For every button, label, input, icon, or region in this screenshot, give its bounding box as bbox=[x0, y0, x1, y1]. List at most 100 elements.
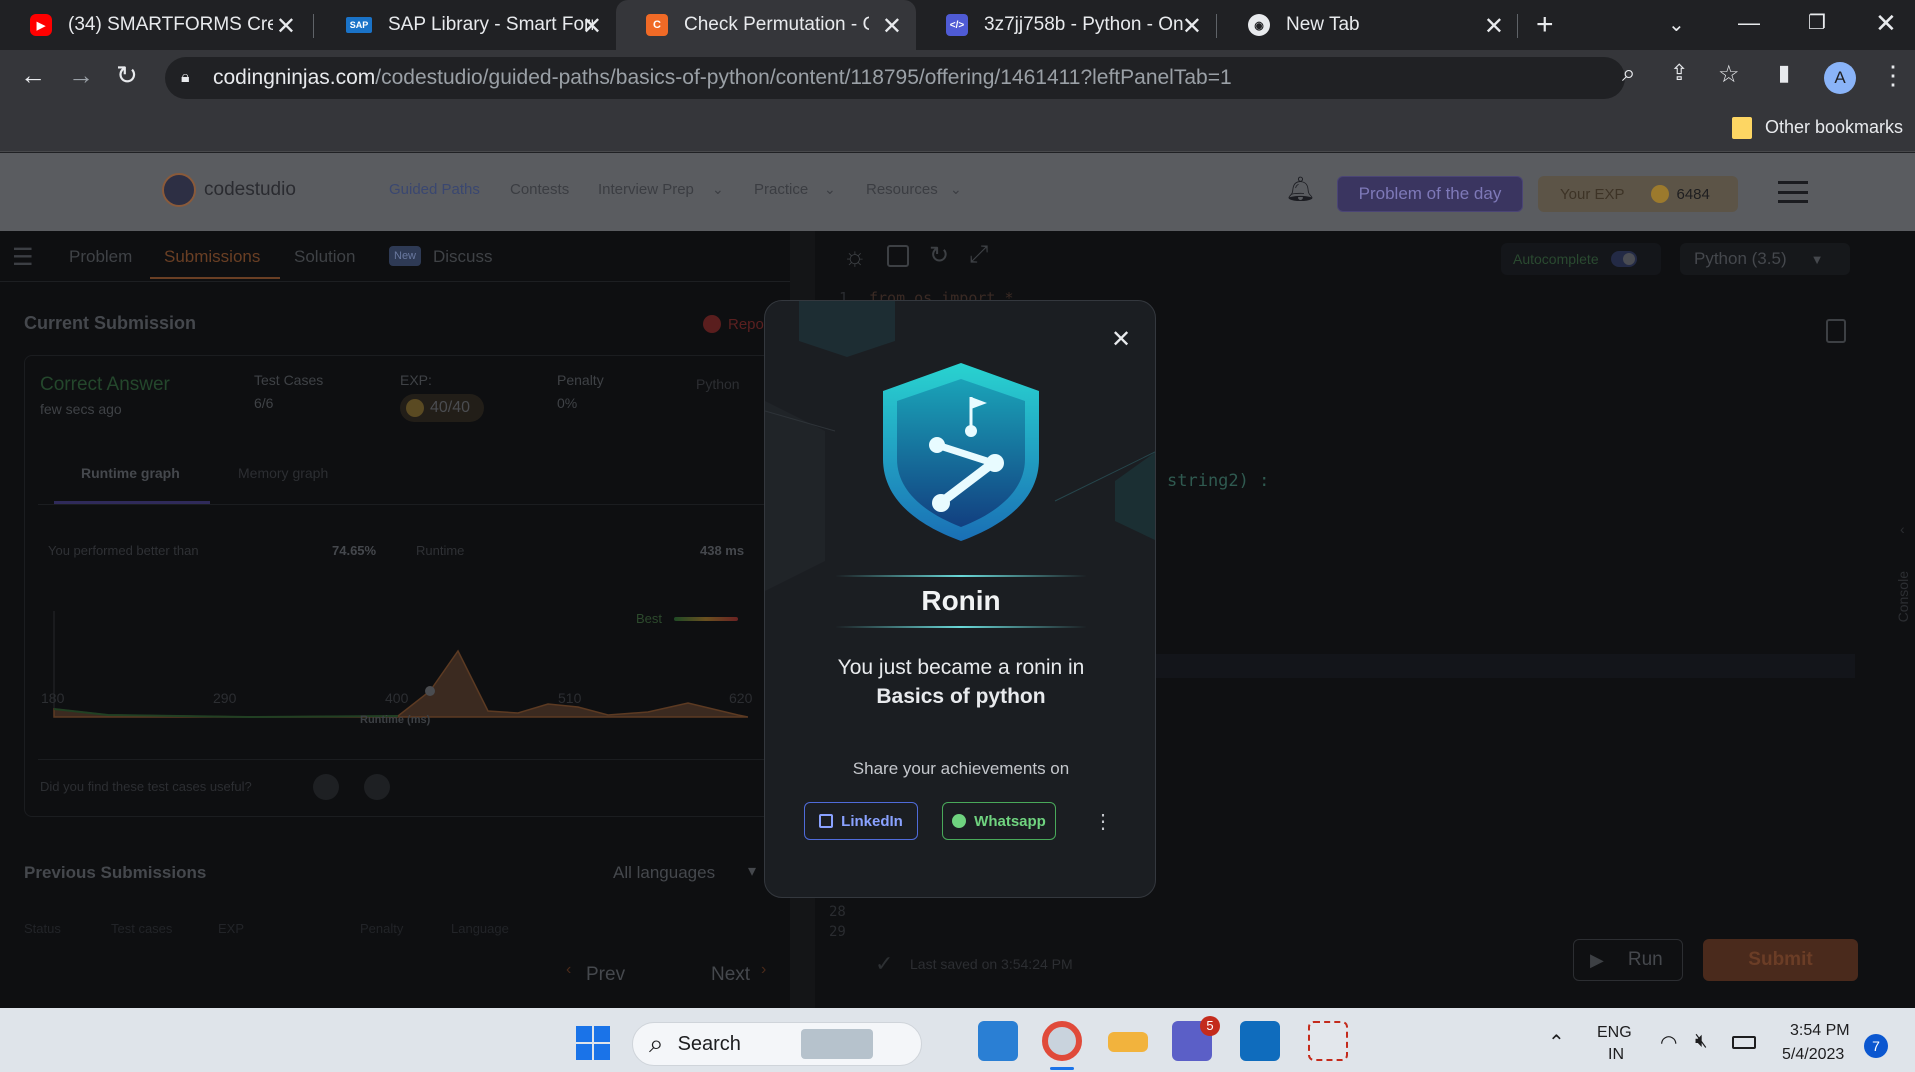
report-link[interactable]: Repo bbox=[728, 316, 764, 333]
input-region[interactable]: IN bbox=[1608, 1046, 1624, 1064]
run-button[interactable]: ▶ Run bbox=[1573, 939, 1683, 981]
share-icon[interactable]: ⇪ bbox=[1670, 60, 1688, 86]
autocomplete-label: Autocomplete bbox=[1513, 251, 1599, 267]
wifi-icon[interactable]: ◠ bbox=[1660, 1030, 1677, 1055]
more-options-icon[interactable]: ⋮ bbox=[1093, 809, 1113, 834]
tab-memory-graph[interactable]: Memory graph bbox=[238, 465, 328, 481]
bell-icon[interactable]: 🔔︎ bbox=[1285, 175, 1315, 204]
zoom-icon[interactable]: ⌕ bbox=[1622, 60, 1635, 88]
tab-submissions[interactable]: Submissions bbox=[164, 247, 260, 267]
theme-sun-icon[interactable]: ☼ bbox=[843, 241, 867, 272]
chrome-taskbar-icon[interactable] bbox=[1042, 1021, 1082, 1061]
problem-of-the-day-button[interactable]: Problem of the day bbox=[1337, 176, 1523, 212]
tab-solution[interactable]: Solution bbox=[294, 247, 355, 267]
url-path: /codestudio/guided-paths/basics-of-pytho… bbox=[375, 66, 1232, 89]
collapse-panel-icon[interactable]: ☰ bbox=[12, 243, 34, 272]
forward-icon[interactable]: → bbox=[68, 60, 94, 91]
browser-tab-youtube[interactable]: ▶ (34) SMARTFORMS Creati ✕ bbox=[0, 0, 310, 50]
taskbar-search-box[interactable]: ⌕ Search bbox=[632, 1022, 922, 1066]
browser-tab-check-permutation[interactable]: C Check Permutation - Codi ✕ bbox=[616, 0, 916, 50]
minimize-icon[interactable]: — bbox=[1738, 10, 1760, 36]
submit-button[interactable]: Submit bbox=[1703, 939, 1858, 981]
test-cases-label: Test Cases bbox=[254, 372, 324, 388]
report-icon[interactable] bbox=[703, 315, 721, 333]
next-button[interactable]: Next bbox=[711, 964, 750, 986]
hamburger-menu-icon[interactable] bbox=[1778, 181, 1808, 203]
menu-kebab-icon[interactable]: ⋮ bbox=[1880, 60, 1906, 91]
better-than-label: You performed better than bbox=[48, 543, 199, 558]
close-tab-icon[interactable]: ✕ bbox=[882, 12, 902, 41]
close-tab-icon[interactable]: ✕ bbox=[1182, 12, 1202, 41]
close-tab-icon[interactable]: ✕ bbox=[582, 12, 602, 41]
browser-tab-onecompiler[interactable]: </> 3z7jj758b - Python - One ✕ bbox=[916, 0, 1216, 50]
sap-logon-icon[interactable] bbox=[1108, 1032, 1148, 1052]
tab-title: 3z7jj758b - Python - One bbox=[984, 14, 1184, 35]
close-tab-icon[interactable]: ✕ bbox=[1484, 12, 1504, 41]
profile-avatar[interactable]: A bbox=[1824, 62, 1856, 94]
share-whatsapp-button[interactable]: Whatsapp bbox=[942, 802, 1056, 840]
copy-icon[interactable] bbox=[1826, 319, 1846, 343]
clock-time[interactable]: 3:54 PM bbox=[1790, 1022, 1850, 1040]
notification-count-badge[interactable]: 7 bbox=[1864, 1034, 1888, 1058]
x-tick-510: 510 bbox=[558, 690, 582, 706]
nav-resources[interactable]: Resources bbox=[866, 181, 938, 198]
tab-problem[interactable]: Problem bbox=[69, 247, 132, 267]
previous-submissions-title: Previous Submissions bbox=[24, 863, 207, 882]
whatsapp-icon bbox=[952, 814, 967, 828]
share-linkedin-button[interactable]: LinkedIn bbox=[804, 802, 918, 840]
system-tray-chevron-icon[interactable]: ⌃ bbox=[1548, 1030, 1565, 1055]
autocomplete-toggle[interactable]: Autocomplete bbox=[1501, 243, 1661, 275]
clock-date[interactable]: 5/4/2023 bbox=[1782, 1046, 1844, 1064]
tab-runtime-graph[interactable]: Runtime graph bbox=[81, 465, 180, 481]
side-panel-icon[interactable]: ▮ bbox=[1778, 60, 1790, 86]
exp-label: EXP: bbox=[400, 372, 432, 388]
folder-icon bbox=[1732, 117, 1752, 139]
nav-guided-paths[interactable]: Guided Paths bbox=[389, 181, 480, 198]
runtime-label: Runtime bbox=[416, 543, 465, 558]
close-window-icon[interactable]: ✕ bbox=[1875, 8, 1897, 39]
new-tab-icon[interactable]: + bbox=[1536, 8, 1554, 42]
all-languages-select[interactable]: All languages bbox=[613, 863, 715, 883]
close-tab-icon[interactable]: ✕ bbox=[276, 12, 296, 41]
fullscreen-icon[interactable]: ⤢ bbox=[969, 241, 988, 269]
reload-icon[interactable]: ↻ bbox=[116, 60, 138, 91]
other-bookmarks[interactable]: Other bookmarks bbox=[1765, 117, 1903, 138]
nav-contests[interactable]: Contests bbox=[510, 181, 569, 198]
reset-icon[interactable]: ↻ bbox=[929, 241, 949, 270]
volume-muted-icon[interactable]: 🔇︎ bbox=[1695, 1030, 1708, 1053]
back-icon[interactable]: ← bbox=[20, 60, 46, 91]
tab-title: Check Permutation - Codi bbox=[684, 14, 869, 35]
chevron-down-icon: ⌄ bbox=[950, 181, 962, 197]
problem-panel: ☰ Problem Submissions Solution New Discu… bbox=[0, 231, 790, 1008]
tab-discuss[interactable]: Discuss bbox=[433, 247, 493, 267]
address-bar[interactable]: 🔒︎ codingninjas.com/codestudio/guided-pa… bbox=[165, 57, 1625, 99]
achievement-line1: You just became a ronin in bbox=[837, 656, 1085, 679]
codestudio-logo[interactable]: code studio bbox=[162, 173, 296, 207]
nav-practice[interactable]: Practice bbox=[754, 181, 808, 198]
battery-icon[interactable] bbox=[1732, 1036, 1756, 1049]
your-exp-pill[interactable]: Your EXP 6484 bbox=[1538, 176, 1738, 212]
windows-start-icon[interactable] bbox=[576, 1026, 610, 1060]
restore-icon[interactable]: ❐ bbox=[1808, 10, 1826, 35]
thumbs-down-icon[interactable] bbox=[364, 774, 390, 800]
console-chevron-icon[interactable]: ‹ bbox=[1900, 521, 1905, 537]
browser-tab-sap[interactable]: SAP SAP Library - Smart Forms ✕ bbox=[316, 0, 616, 50]
bookmark-star-icon[interactable]: ☆ bbox=[1718, 60, 1740, 89]
browser-tab-new-tab[interactable]: ◉ New Tab ✕ bbox=[1218, 0, 1518, 50]
tab-search-chevron-icon[interactable]: ⌄ bbox=[1668, 12, 1685, 37]
vscode-icon[interactable] bbox=[978, 1021, 1018, 1061]
thumbs-up-icon[interactable] bbox=[313, 774, 339, 800]
snipping-tool-icon[interactable] bbox=[1308, 1021, 1348, 1061]
achievement-message: You just became a ronin in Basics of pyt… bbox=[765, 653, 1155, 711]
prev-button[interactable]: Prev bbox=[586, 964, 625, 986]
language-select[interactable]: Python (3.5) ▼ bbox=[1680, 243, 1850, 275]
outlook-icon[interactable] bbox=[1240, 1021, 1280, 1061]
col-penalty: Penalty bbox=[360, 921, 404, 936]
lock-icon[interactable]: 🔒︎ bbox=[181, 57, 190, 99]
close-icon[interactable]: ✕ bbox=[1111, 325, 1131, 354]
nav-interview-prep[interactable]: Interview Prep bbox=[598, 181, 694, 198]
input-language[interactable]: ENG bbox=[1597, 1024, 1632, 1042]
save-icon[interactable] bbox=[887, 245, 909, 267]
onecompiler-icon: </> bbox=[946, 14, 968, 36]
console-toggle[interactable]: Console bbox=[1895, 571, 1911, 622]
